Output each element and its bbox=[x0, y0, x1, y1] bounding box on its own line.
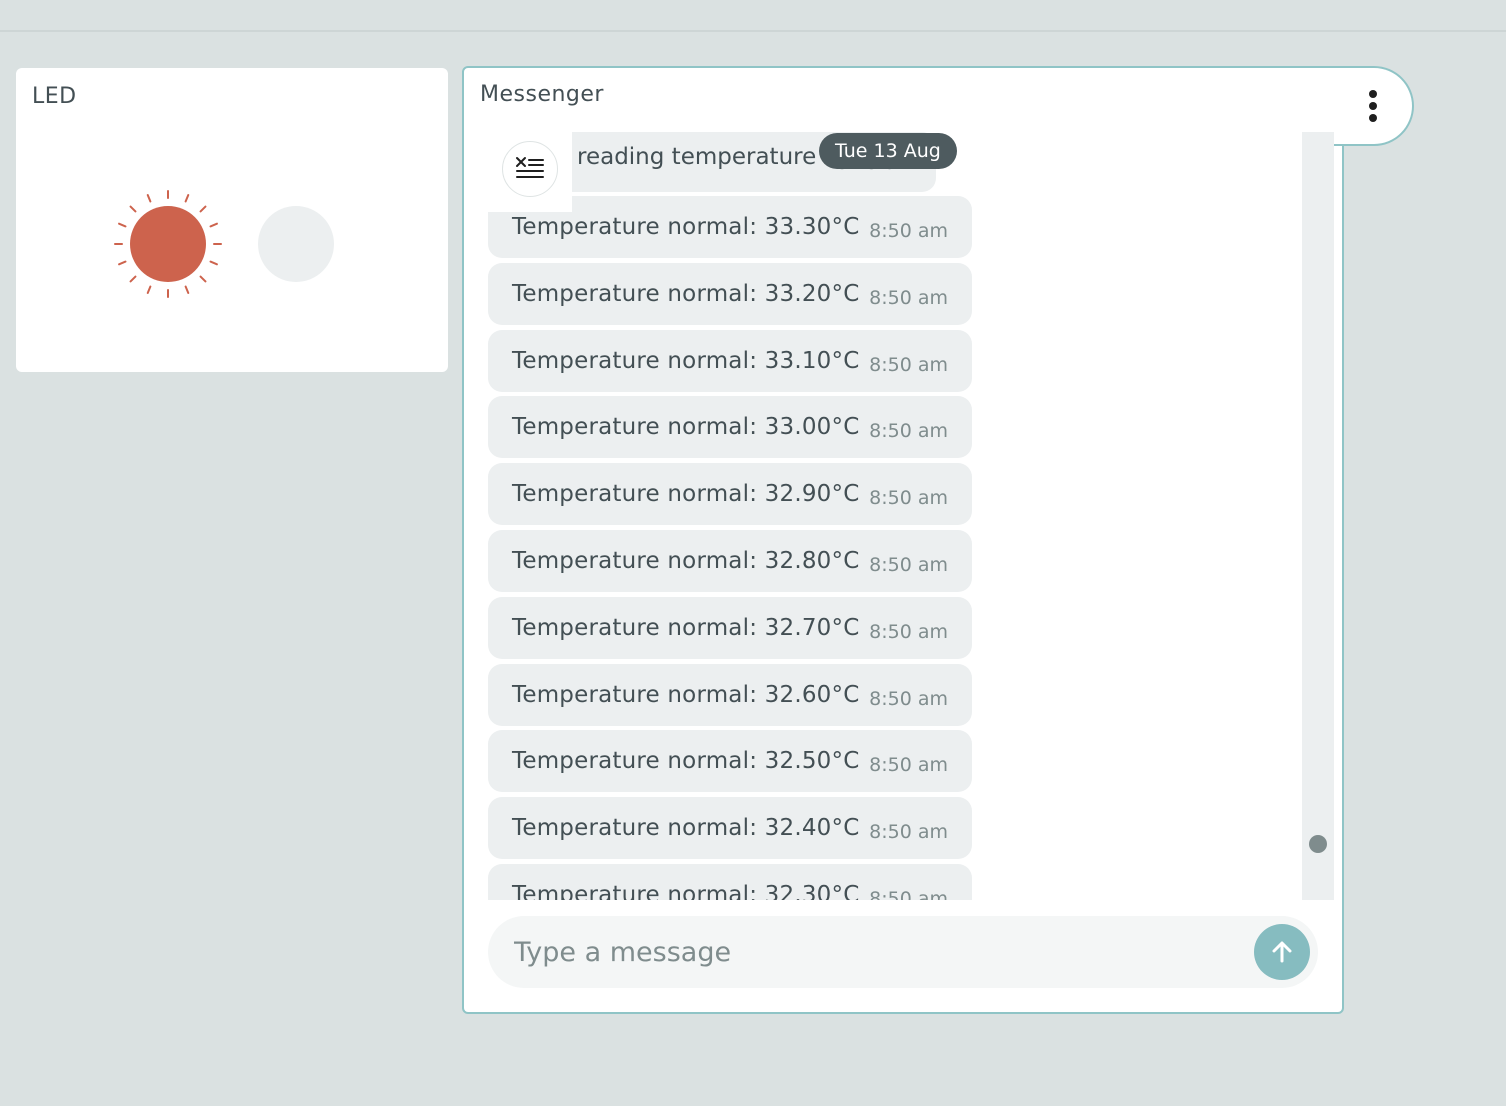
led-widget: LED bbox=[16, 68, 448, 372]
message-bubble: Temperature normal: 32.30°C 8:50 am bbox=[488, 864, 972, 900]
led-on-indicator[interactable] bbox=[112, 188, 224, 300]
message-text: Temperature normal: 33.20°C bbox=[512, 280, 860, 307]
message-text: Temperature normal: 32.50°C bbox=[512, 748, 860, 775]
message-time: 8:50 am bbox=[869, 554, 948, 576]
message-bubble: Temperature normal: 32.90°C 8:50 am bbox=[488, 463, 972, 526]
arrow-up-icon bbox=[1272, 941, 1292, 963]
led-glow-ray bbox=[146, 285, 152, 294]
message-time: 8:50 am bbox=[869, 888, 948, 900]
message-text: Temperature normal: 32.30°C bbox=[512, 882, 860, 900]
led-off-indicator[interactable] bbox=[258, 206, 334, 282]
top-bar bbox=[0, 0, 1506, 32]
kebab-menu-icon[interactable] bbox=[1362, 86, 1384, 126]
message-time: 8:50 am bbox=[869, 620, 948, 643]
send-button[interactable] bbox=[1254, 924, 1310, 980]
clear-messages-button[interactable] bbox=[502, 141, 558, 197]
led-glow-ray bbox=[199, 275, 207, 283]
message-composer bbox=[488, 916, 1318, 988]
message-input[interactable] bbox=[514, 930, 1234, 974]
message-text: Temperature normal: 32.40°C bbox=[512, 815, 860, 842]
message-bubble: Temperature normal: 33.00°C 8:50 am bbox=[488, 396, 972, 459]
message-text: Temperature normal: 32.80°C bbox=[512, 548, 860, 574]
messenger-title: Messenger bbox=[480, 82, 604, 107]
message-bubble: Temperature normal: 32.50°C 8:50 am bbox=[488, 730, 972, 793]
message-bubble: Temperature normal: 33.20°C 8:50 am bbox=[488, 262, 972, 325]
message-bubble: Temperature normal: 33.10°C 8:50 am bbox=[488, 329, 972, 392]
message-text: reading temperature bbox=[577, 144, 817, 170]
message-list[interactable]: Temperature normal: 33.30°C 8:50 am Temper… bbox=[488, 132, 1302, 900]
scrollbar-thumb[interactable] bbox=[1309, 835, 1327, 853]
message-bubble: Temperature normal: 32.60°C 8:50 am bbox=[488, 663, 972, 726]
led-glow-ray bbox=[199, 205, 207, 213]
message-time: 8:50 am bbox=[869, 687, 948, 710]
led-glow-ray bbox=[146, 194, 152, 203]
message-bubble: Temperature normal: 32.70°C 8:50 am bbox=[488, 596, 972, 659]
message-bubble: Temperature normal: 32.40°C 8:50 am bbox=[488, 797, 972, 860]
message-time: 8:50 am bbox=[869, 220, 948, 242]
led-glow-ray bbox=[209, 260, 218, 266]
led-glow-ray bbox=[118, 222, 127, 228]
message-time: 8:50 am bbox=[869, 821, 948, 844]
message-time: 8:50 am bbox=[869, 353, 948, 376]
message-time: 8:50 am bbox=[869, 420, 948, 443]
message-bubble: Temperature normal: 32.80°C 8:50 am bbox=[488, 530, 972, 592]
message-text: Temperature normal: 32.70°C bbox=[512, 614, 860, 641]
message-text: Temperature normal: 33.00°C bbox=[512, 414, 860, 441]
message-text: Temperature normal: 33.30°C bbox=[512, 214, 860, 240]
clear-messages-icon bbox=[516, 157, 544, 178]
led-glow-ray bbox=[184, 194, 190, 203]
message-time: 8:50 am bbox=[869, 286, 948, 309]
message-time: 8:50 am bbox=[869, 487, 948, 510]
led-glow-ray bbox=[118, 260, 127, 266]
led-widget-title: LED bbox=[32, 84, 77, 109]
message-text: Temperature normal: 32.60°C bbox=[512, 681, 860, 708]
date-chip: Tue 13 Aug bbox=[819, 133, 957, 169]
message-text: Temperature normal: 33.10°C bbox=[512, 347, 860, 374]
led-glow-ray bbox=[129, 205, 137, 213]
message-text: Temperature normal: 32.90°C bbox=[512, 481, 860, 508]
led-glow-ray bbox=[129, 275, 137, 283]
led-glow-ray bbox=[209, 222, 218, 228]
message-time: 8:50 am bbox=[869, 754, 948, 777]
scrollbar-track[interactable] bbox=[1302, 132, 1334, 900]
led-glow-ray bbox=[184, 285, 190, 294]
